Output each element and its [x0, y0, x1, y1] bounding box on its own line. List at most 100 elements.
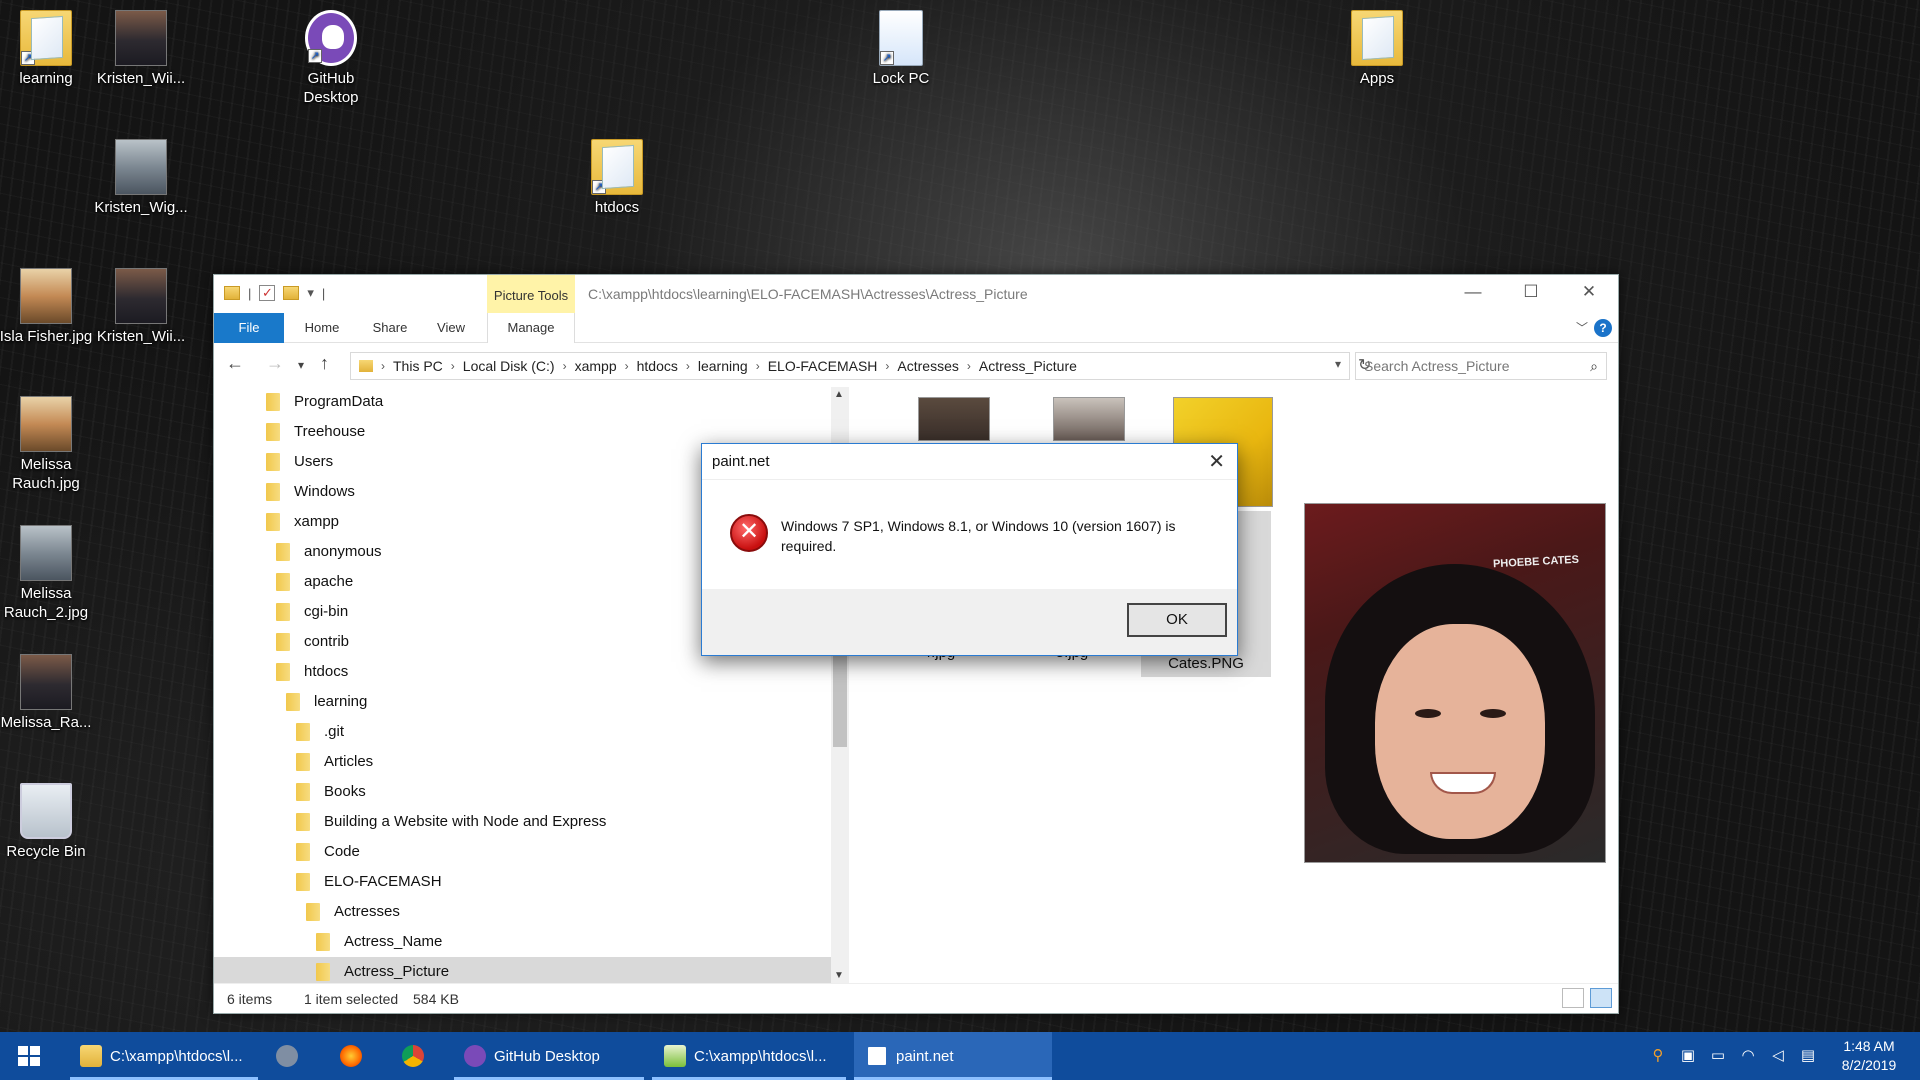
file-thumbnail-partial-1[interactable]	[889, 397, 1019, 447]
notifications-icon[interactable]: ▤	[1798, 1047, 1818, 1065]
back-button[interactable]: ←	[226, 353, 244, 374]
desktop-icon-learning[interactable]: ↗ learning	[0, 10, 96, 88]
address-dropdown-icon[interactable]: ▾	[1335, 357, 1341, 371]
search-tray-icon[interactable]: ⚲	[1648, 1047, 1668, 1065]
breadcrumb-local-disk[interactable]: Local Disk (C:)	[463, 358, 555, 374]
tree-item-learning[interactable]: learning	[286, 687, 367, 717]
network-drive-icon[interactable]: ▣	[1678, 1047, 1698, 1065]
tree-item-users[interactable]: Users	[266, 447, 333, 477]
tree-item-actresses[interactable]: Actresses	[306, 897, 400, 927]
search-input[interactable]: Search Actress_Picture ⌕	[1355, 352, 1607, 380]
volume-icon[interactable]: ◁	[1768, 1047, 1788, 1065]
desktop-icon-kristen-1[interactable]: Kristen_Wii...	[91, 10, 191, 88]
scroll-up-icon[interactable]: ▲	[834, 389, 844, 400]
up-button[interactable]: ↑	[320, 353, 329, 374]
tab-view[interactable]: View	[426, 313, 476, 343]
dialog-close-button[interactable]: ✕	[1208, 449, 1225, 474]
breadcrumb-this-pc[interactable]: This PC	[393, 358, 443, 374]
battery-icon[interactable]: ▭	[1708, 1047, 1728, 1065]
breadcrumb-actresses[interactable]: Actresses	[897, 358, 958, 374]
maximize-button[interactable]: ☐	[1502, 275, 1560, 309]
minimize-button[interactable]: —	[1444, 275, 1502, 309]
tree-item-elo-facemash[interactable]: ELO-FACEMASH	[296, 867, 442, 897]
taskbar-paintnet[interactable]: paint.net	[854, 1032, 1052, 1080]
ribbon-tabs: File Home Share View Manage ﹀ ?	[214, 313, 1618, 343]
folder-icon	[1351, 10, 1403, 66]
tree-item-anonymous[interactable]: anonymous	[276, 537, 382, 567]
github-icon	[464, 1045, 486, 1067]
chrome-icon	[402, 1045, 424, 1067]
start-button[interactable]	[18, 1046, 40, 1066]
wifi-icon[interactable]: ◠	[1738, 1047, 1758, 1065]
clock[interactable]: 1:48 AM 8/2/2019	[1828, 1037, 1910, 1075]
properties-icon[interactable]: ✓	[259, 285, 276, 301]
status-size: 584 KB	[413, 991, 459, 1007]
taskbar-explorer-1[interactable]: C:\xampp\htdocs\l...	[70, 1032, 258, 1080]
customize-qat-icon[interactable]: ▾	[307, 285, 314, 301]
taskbar-firefox[interactable]	[340, 1032, 380, 1080]
forward-button[interactable]: →	[266, 353, 284, 374]
dialog-title: paint.net	[702, 444, 1237, 480]
desktop-icon-apps[interactable]: Apps	[1327, 10, 1427, 88]
desktop-icon-isla-fisher[interactable]: Isla Fisher.jpg	[0, 268, 96, 346]
scrollbar-thumb[interactable]	[833, 647, 847, 747]
taskbar-github-desktop[interactable]: GitHub Desktop	[454, 1032, 644, 1080]
tree-item-htdocs[interactable]: htdocs	[276, 657, 348, 687]
recycle-bin-icon	[20, 783, 72, 839]
paintnet-error-dialog: paint.net ✕ ✕ Windows 7 SP1, Windows 8.1…	[701, 443, 1238, 656]
new-folder-icon[interactable]	[283, 286, 300, 300]
taskbar-chrome[interactable]	[402, 1032, 442, 1080]
folder-icon	[266, 423, 280, 441]
paintnet-icon	[866, 1045, 888, 1067]
tree-item-cgi-bin[interactable]: cgi-bin	[276, 597, 348, 627]
close-button[interactable]: ✕	[1560, 275, 1618, 309]
desktop-icon-melissa-rauch-2[interactable]: Melissa Rauch_2.jpg	[0, 525, 96, 622]
details-view-icon[interactable]	[1562, 988, 1584, 1008]
ok-button[interactable]: OK	[1127, 603, 1227, 637]
tree-item-actress-picture[interactable]: Actress_Picture	[214, 957, 831, 983]
tree-item-building-website[interactable]: Building a Website with Node and Express	[296, 807, 606, 837]
tab-manage[interactable]: Manage	[487, 313, 575, 343]
tree-item-code[interactable]: Code	[296, 837, 360, 867]
tab-share[interactable]: Share	[362, 313, 418, 343]
address-bar[interactable]: › This PC › Local Disk (C:) › xampp › htdocs…	[350, 352, 1350, 380]
desktop-icon-lock-pc[interactable]: ↗ Lock PC	[851, 10, 951, 88]
status-bar: 6 items 1 item selected 584 KB	[214, 983, 1618, 1013]
desktop-icon-htdocs[interactable]: ↗ htdocs	[567, 139, 667, 217]
tree-item-xampp[interactable]: xampp	[266, 507, 339, 537]
desktop-icon-melissa-ra[interactable]: Melissa_Ra...	[0, 654, 96, 732]
large-icons-view-icon[interactable]	[1590, 988, 1612, 1008]
tree-item-apache[interactable]: apache	[276, 567, 353, 597]
tree-item-windows[interactable]: Windows	[266, 477, 355, 507]
tree-item-treehouse[interactable]: Treehouse	[266, 417, 365, 447]
expand-ribbon-icon[interactable]: ﹀	[1576, 319, 1588, 336]
desktop-icon-recycle-bin[interactable]: Recycle Bin	[0, 783, 96, 861]
system-tray: ⚲ ▣ ▭ ◠ ◁ ▤ 1:48 AM 8/2/2019	[1648, 1032, 1920, 1080]
file-thumbnail-partial-2[interactable]	[1024, 397, 1154, 447]
tab-file[interactable]: File	[214, 313, 284, 343]
breadcrumb-xampp[interactable]: xampp	[575, 358, 617, 374]
taskbar-pinned-app[interactable]	[276, 1032, 316, 1080]
breadcrumb-learning[interactable]: learning	[698, 358, 748, 374]
desktop-icon-kristen-3[interactable]: Kristen_Wii...	[91, 268, 191, 346]
dialog-footer: OK	[702, 589, 1237, 655]
tree-item-programdata[interactable]: ProgramData	[266, 387, 383, 417]
desktop-icon-melissa-rauch[interactable]: Melissa Rauch.jpg	[0, 396, 96, 493]
tree-item-contrib[interactable]: contrib	[276, 627, 349, 657]
tree-item-books[interactable]: Books	[296, 777, 366, 807]
desktop-icon-github-desktop[interactable]: ↗ GitHub Desktop	[281, 10, 381, 107]
tree-item-actress-name[interactable]: Actress_Name	[316, 927, 442, 957]
breadcrumb-elo-facemash[interactable]: ELO-FACEMASH	[768, 358, 878, 374]
desktop-icon-kristen-2[interactable]: Kristen_Wig...	[91, 139, 191, 217]
tree-item-articles[interactable]: Articles	[296, 747, 373, 777]
tab-home[interactable]: Home	[292, 313, 352, 343]
app-icon	[276, 1045, 298, 1067]
breadcrumb-actress-picture[interactable]: Actress_Picture	[979, 358, 1077, 374]
folder-icon	[296, 723, 310, 741]
recent-locations-icon[interactable]: ▾	[298, 358, 304, 372]
help-icon[interactable]: ?	[1594, 319, 1612, 337]
scroll-down-icon[interactable]: ▼	[834, 970, 844, 981]
taskbar-explorer-2[interactable]: C:\xampp\htdocs\l...	[652, 1032, 846, 1080]
tree-item-git[interactable]: .git	[296, 717, 344, 747]
breadcrumb-htdocs[interactable]: htdocs	[637, 358, 678, 374]
